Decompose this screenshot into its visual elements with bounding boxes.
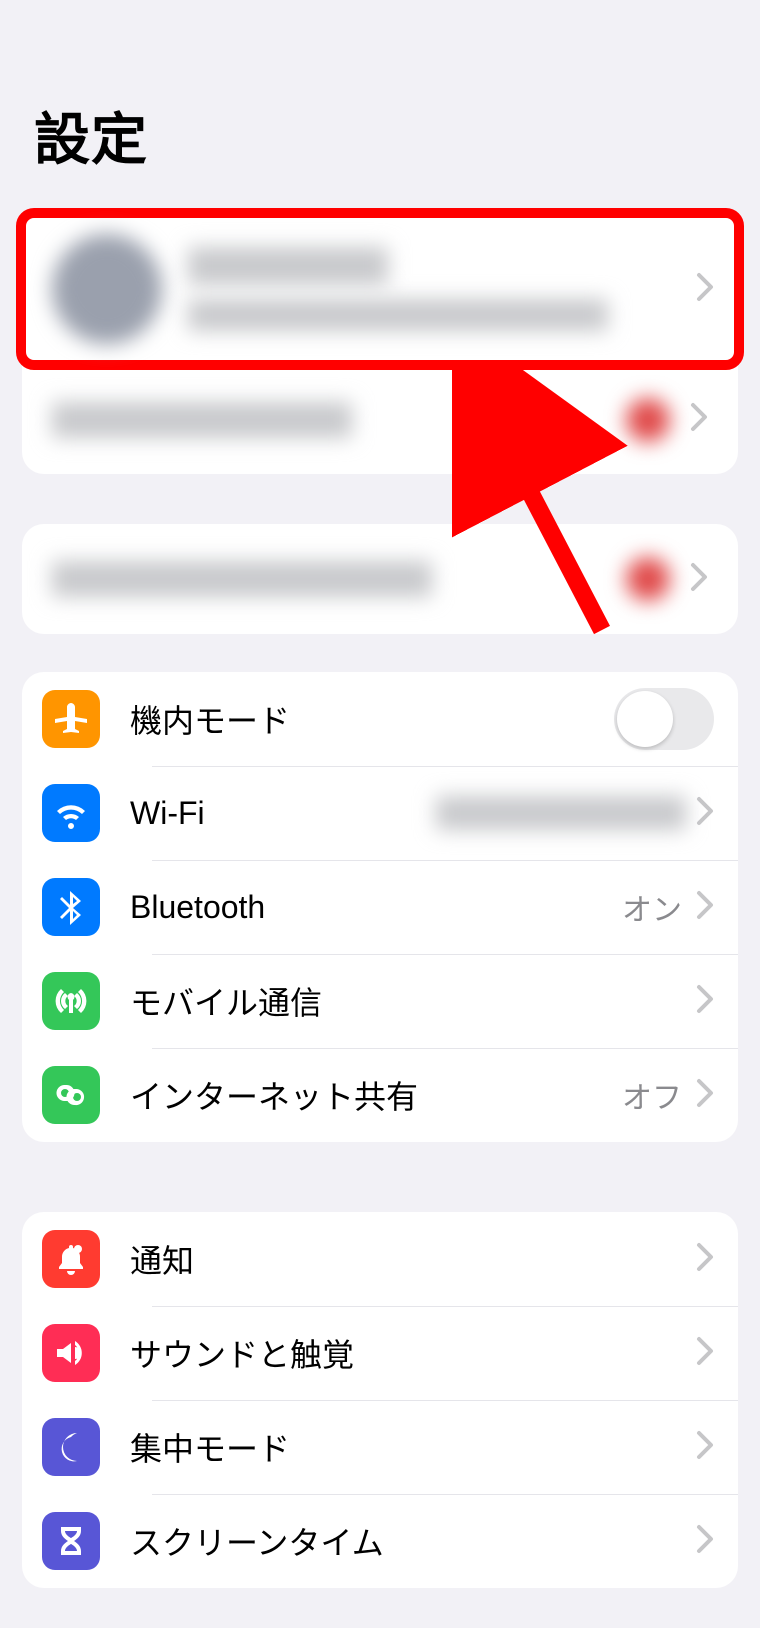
- sounds-label: サウンドと触覚: [130, 1330, 696, 1376]
- chevron-right-icon: [696, 272, 714, 307]
- airplane-icon: [42, 690, 100, 748]
- sounds-row[interactable]: サウンドと触覚: [22, 1306, 738, 1400]
- chevron-right-icon: [696, 890, 714, 925]
- profile-name-redacted: [188, 247, 388, 285]
- hotspot-icon: [42, 1066, 100, 1124]
- chevron-right-icon: [696, 796, 714, 831]
- chevron-right-icon: [696, 1078, 714, 1113]
- bell-icon: [42, 1230, 100, 1288]
- chevron-right-icon: [696, 984, 714, 1019]
- notifications-label: 通知: [130, 1236, 696, 1282]
- speaker-icon: [42, 1324, 100, 1382]
- chevron-right-icon: [696, 1336, 714, 1371]
- profile-subtitle-redacted: [188, 299, 608, 331]
- chevron-right-icon: [690, 402, 708, 437]
- suggestion-text-redacted: [52, 561, 432, 597]
- cellular-label: モバイル通信: [130, 978, 696, 1024]
- wifi-value-redacted: [436, 796, 686, 830]
- focus-row[interactable]: 集中モード: [22, 1400, 738, 1494]
- suggestion-row[interactable]: [22, 524, 738, 634]
- connectivity-group: 機内モード Wi-Fi Bluetooth オン モバイル通信 インターネット共…: [22, 672, 738, 1142]
- hotspot-value: オフ: [622, 1073, 682, 1117]
- suggestion-group: [22, 524, 738, 634]
- apple-id-sub-row[interactable]: [22, 364, 738, 474]
- hotspot-label: インターネット共有: [130, 1072, 622, 1118]
- moon-icon: [42, 1418, 100, 1476]
- notification-badge-redacted: [626, 398, 670, 442]
- apple-id-group: [22, 214, 738, 474]
- system-group: 通知 サウンドと触覚 集中モード スクリーンタイム: [22, 1212, 738, 1588]
- screentime-row[interactable]: スクリーンタイム: [22, 1494, 738, 1588]
- airplane-mode-row[interactable]: 機内モード: [22, 672, 738, 766]
- profile-text: [188, 247, 696, 331]
- bluetooth-label: Bluetooth: [130, 889, 622, 926]
- page-title: 設定: [0, 0, 760, 176]
- notifications-row[interactable]: 通知: [22, 1212, 738, 1306]
- wifi-row[interactable]: Wi-Fi: [22, 766, 738, 860]
- wifi-icon: [42, 784, 100, 842]
- apple-id-row[interactable]: [22, 214, 738, 364]
- airplane-mode-toggle[interactable]: [614, 688, 714, 750]
- cellular-row[interactable]: モバイル通信: [22, 954, 738, 1048]
- hourglass-icon: [42, 1512, 100, 1570]
- chevron-right-icon: [696, 1524, 714, 1559]
- wifi-label: Wi-Fi: [130, 795, 436, 832]
- bluetooth-value: オン: [622, 885, 682, 929]
- cellular-icon: [42, 972, 100, 1030]
- bluetooth-icon: [42, 878, 100, 936]
- sub-row-text-redacted: [52, 402, 352, 438]
- notification-badge-redacted: [626, 557, 670, 601]
- airplane-mode-label: 機内モード: [130, 696, 614, 742]
- hotspot-row[interactable]: インターネット共有 オフ: [22, 1048, 738, 1142]
- bluetooth-row[interactable]: Bluetooth オン: [22, 860, 738, 954]
- screentime-label: スクリーンタイム: [130, 1518, 696, 1564]
- chevron-right-icon: [696, 1242, 714, 1277]
- chevron-right-icon: [696, 1430, 714, 1465]
- focus-label: 集中モード: [130, 1424, 696, 1470]
- avatar: [52, 234, 162, 344]
- chevron-right-icon: [690, 562, 708, 597]
